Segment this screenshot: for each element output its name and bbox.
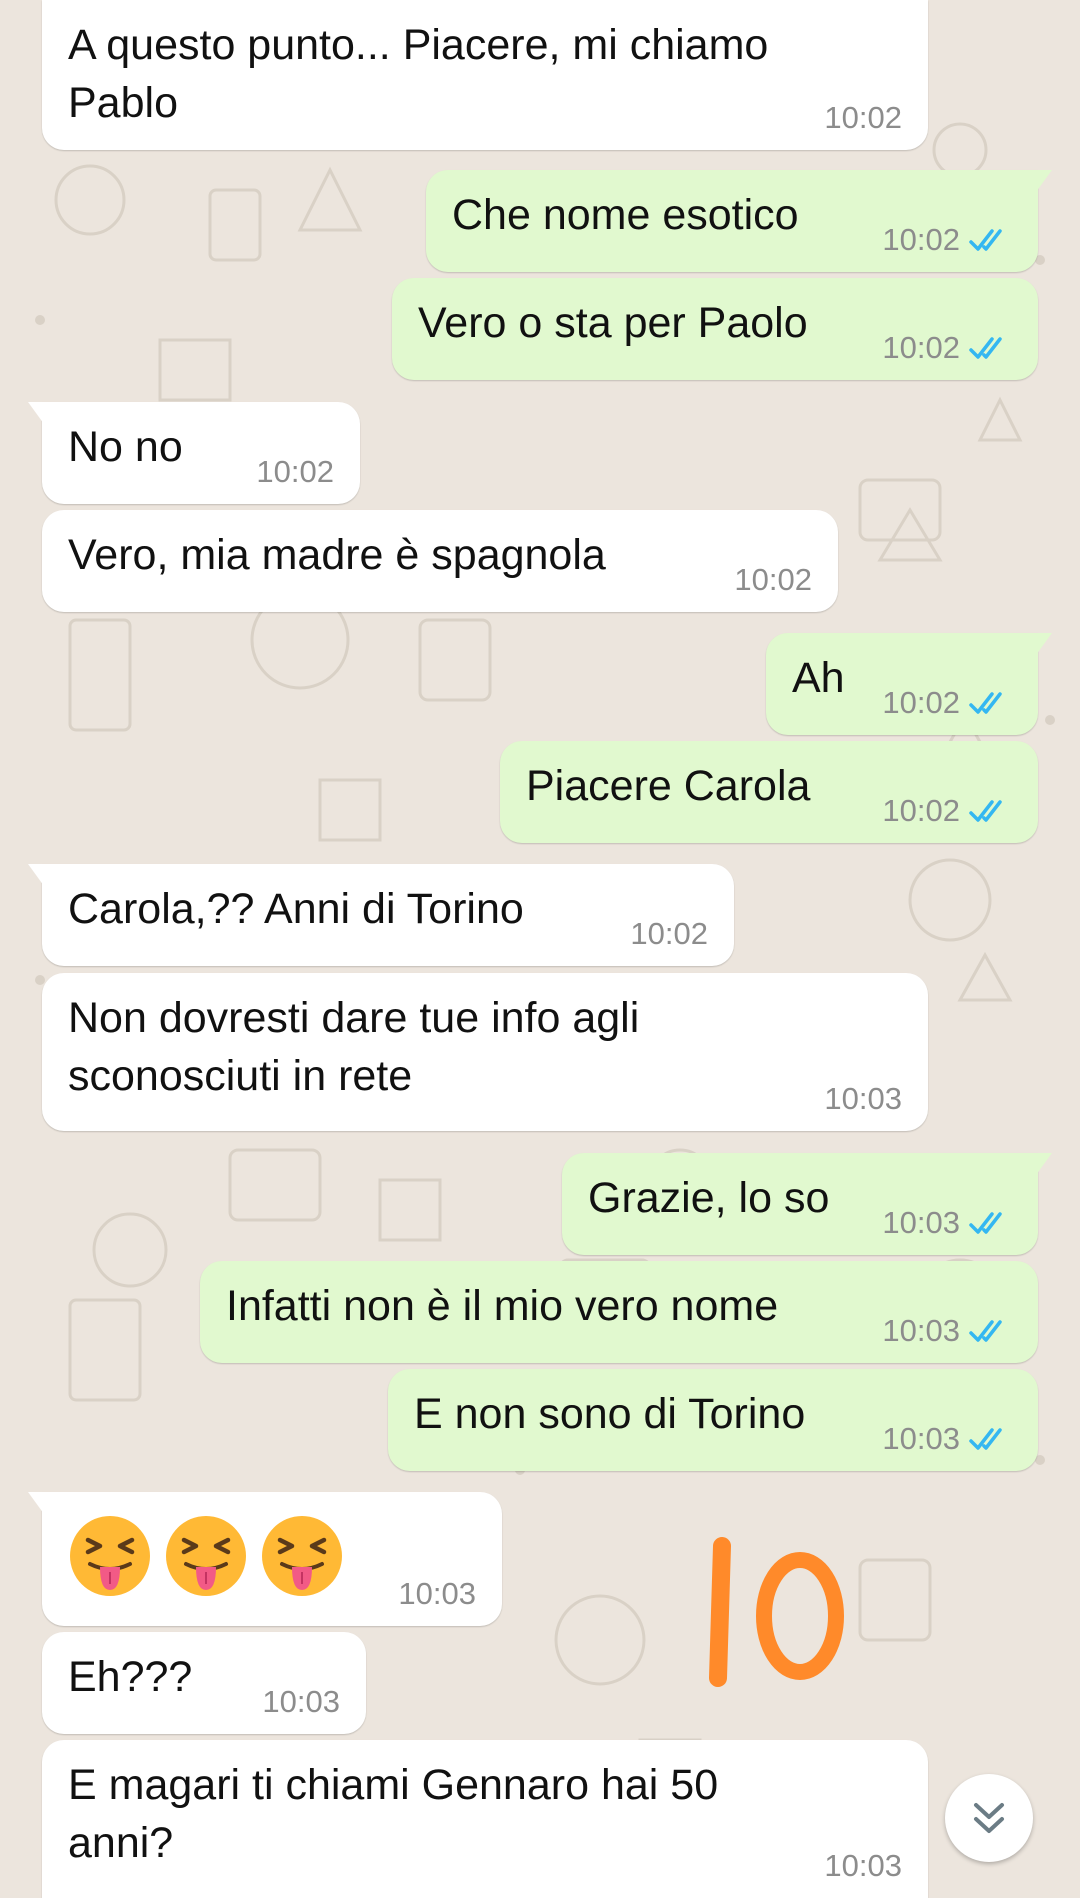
message-meta: 10:02 <box>882 330 1012 366</box>
outgoing-message[interactable]: Grazie, lo so 10:03 <box>562 1153 1052 1255</box>
message-time: 10:03 <box>882 1421 960 1456</box>
message-text: A questo punto... Piacere, mi chiamo Pab… <box>68 21 769 127</box>
outgoing-message[interactable]: E non sono di Torino 10:03 <box>388 1369 1038 1471</box>
message-time: 10:03 <box>824 1081 902 1116</box>
squinting-face-with-tongue-icon <box>70 1516 150 1596</box>
bubble-tail-icon <box>1036 170 1052 192</box>
message-list[interactable]: A questo punto... Piacere, mi chiamo Pab… <box>0 0 1080 1898</box>
message-time: 10:02 <box>882 685 960 720</box>
message-time: 10:03 <box>882 1205 960 1240</box>
bubble-tail-icon <box>28 402 44 424</box>
message-meta: 10:03 <box>882 1205 1012 1241</box>
message-meta: 10:02 <box>882 793 1012 829</box>
message-meta: 10:02 <box>734 562 812 598</box>
message-time: 10:03 <box>824 1848 902 1883</box>
squinting-face-with-tongue-icon <box>166 1516 246 1596</box>
outgoing-message[interactable]: Ah 10:02 <box>766 633 1052 735</box>
read-ticks-icon <box>969 337 1002 359</box>
message-meta: 10:03 <box>882 1421 1012 1457</box>
message-time: 10:02 <box>630 916 708 951</box>
message-time: 10:02 <box>882 222 960 257</box>
message-meta: 10:03 <box>262 1684 340 1720</box>
outgoing-message[interactable]: Che nome esotico 10:02 <box>426 170 1052 272</box>
message-meta: 10:02 <box>882 222 1012 258</box>
message-time: 10:02 <box>256 454 334 489</box>
incoming-message[interactable]: Non dovresti dare tue info agli sconosci… <box>42 973 928 1131</box>
message-time: 10:02 <box>734 562 812 597</box>
message-meta: 10:02 <box>630 916 708 952</box>
message-text: Vero, mia madre è spagnola <box>68 531 606 579</box>
message-meta: 10:03 <box>824 1848 902 1884</box>
bubble-tail-icon <box>1036 1153 1052 1175</box>
message-time: 10:02 <box>824 100 902 135</box>
bubble-tail-icon <box>1036 633 1052 655</box>
message-meta: 10:03 <box>824 1081 902 1117</box>
read-ticks-icon <box>969 1212 1002 1234</box>
message-meta: 10:02 <box>824 100 902 136</box>
message-time: 10:03 <box>882 1313 960 1348</box>
squinting-face-with-tongue-icon <box>262 1516 342 1596</box>
scroll-to-bottom-button[interactable] <box>945 1774 1033 1862</box>
bubble-tail-icon <box>28 864 44 886</box>
message-text: E magari ti chiami Gennaro hai 50 anni? <box>68 1761 719 1867</box>
message-time: 10:02 <box>882 330 960 365</box>
handwritten-annotation <box>709 1537 844 1687</box>
read-ticks-icon <box>969 1320 1002 1342</box>
message-text: Non dovresti dare tue info agli sconosci… <box>68 994 640 1100</box>
message-time: 10:03 <box>262 1684 340 1719</box>
incoming-message[interactable]: No no 10:02 <box>28 402 360 504</box>
message-text: Carola,?? Anni di Torino <box>68 885 524 933</box>
outgoing-message[interactable]: Piacere Carola 10:02 <box>500 741 1038 843</box>
message-time: 10:03 <box>398 1576 476 1611</box>
message-meta: 10:03 <box>882 1313 1012 1349</box>
incoming-message[interactable]: Carola,?? Anni di Torino 10:02 <box>28 864 734 966</box>
outgoing-message[interactable]: Infatti non è il mio vero nome 10:03 <box>200 1261 1038 1363</box>
read-ticks-icon <box>969 692 1002 714</box>
message-meta: 10:02 <box>882 685 1012 721</box>
message-time: 10:02 <box>882 793 960 828</box>
incoming-message[interactable]: A questo punto... Piacere, mi chiamo Pab… <box>42 0 928 150</box>
bubble-tail-icon <box>28 1492 44 1514</box>
message-meta: 10:02 <box>256 454 334 490</box>
read-ticks-icon <box>969 800 1002 822</box>
message-meta: 10:03 <box>398 1576 476 1612</box>
outgoing-message[interactable]: Vero o sta per Paolo 10:02 <box>392 278 1038 380</box>
incoming-message[interactable]: 10:03 <box>28 1492 502 1626</box>
incoming-message[interactable]: Eh??? 10:03 <box>42 1632 366 1734</box>
double-chevron-down-icon <box>974 1803 1004 1833</box>
read-ticks-icon <box>969 229 1002 251</box>
incoming-message[interactable]: E magari ti chiami Gennaro hai 50 anni? … <box>42 1740 928 1898</box>
incoming-message[interactable]: Vero, mia madre è spagnola 10:02 <box>42 510 838 612</box>
read-ticks-icon <box>969 1428 1002 1450</box>
